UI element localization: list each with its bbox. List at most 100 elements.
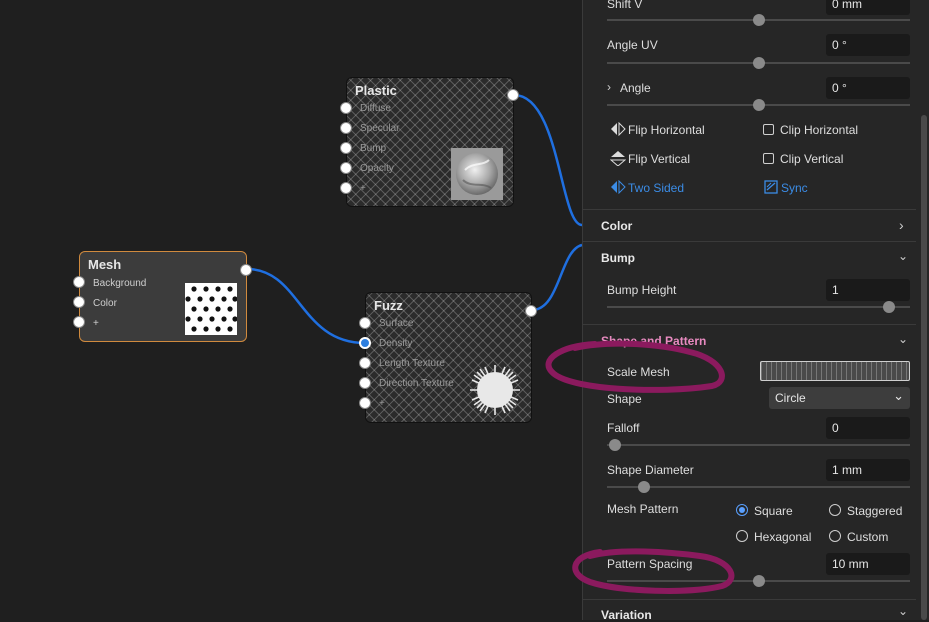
chevron-down-icon: ⌄ <box>893 388 904 403</box>
mesh-pattern-square-label: Square <box>754 504 793 518</box>
separator <box>583 324 916 325</box>
mesh-preview-thumbnail <box>185 283 237 335</box>
shape-diameter-input[interactable]: 1 mm <box>826 459 910 481</box>
shift-v-label: Shift V <box>607 0 643 11</box>
mesh-pattern-custom-radio[interactable] <box>829 530 841 542</box>
shift-v-slider-knob[interactable] <box>753 14 765 26</box>
pattern-spacing-input[interactable]: 10 mm <box>826 553 910 575</box>
bump-section-header[interactable]: Bump <box>601 251 635 265</box>
angle-uv-label: Angle UV <box>607 38 658 52</box>
shift-v-input[interactable]: 0 mm <box>826 0 910 15</box>
mesh-port-color[interactable] <box>73 296 85 308</box>
shape-diameter-label: Shape Diameter <box>607 463 694 477</box>
fuzz-port-length-texture[interactable] <box>359 357 371 369</box>
fuzz-port-add-label: + <box>379 398 385 409</box>
flip-vertical-button[interactable]: Flip Vertical <box>628 152 690 166</box>
shape-diameter-slider-knob[interactable] <box>638 481 650 493</box>
bump-height-slider-knob[interactable] <box>883 301 895 313</box>
mesh-node[interactable]: Mesh Background Color + <box>73 251 252 342</box>
mesh-output-port[interactable] <box>240 264 252 276</box>
shape-select[interactable]: Circle ⌄ <box>769 387 910 409</box>
shape-diameter-slider-track[interactable] <box>607 486 910 488</box>
plastic-port-diffuse[interactable] <box>340 102 352 114</box>
plastic-port-opacity[interactable] <box>340 162 352 174</box>
separator <box>583 599 916 600</box>
flip-horizontal-icon <box>611 122 626 136</box>
angle-label: Angle <box>620 81 651 95</box>
fuzz-node[interactable]: Fuzz Surface Density Length Texture Dire… <box>359 292 537 423</box>
pattern-spacing-label: Pattern Spacing <box>607 557 693 571</box>
clip-vertical-checkbox[interactable] <box>763 153 774 164</box>
plastic-port-specular[interactable] <box>340 122 352 134</box>
clip-vertical-label: Clip Vertical <box>780 152 844 166</box>
shape-select-value: Circle <box>775 391 806 405</box>
angle-input[interactable]: 0 ° <box>826 77 910 99</box>
mesh-port-color-label: Color <box>93 298 117 309</box>
flip-horizontal-button[interactable]: Flip Horizontal <box>628 123 705 137</box>
separator <box>583 209 916 210</box>
plastic-node[interactable]: Plastic Diffuse Specular Bump Opacity + <box>340 77 519 207</box>
plastic-port-opacity-label: Opacity <box>360 163 394 174</box>
sync-icon <box>764 180 778 194</box>
bump-height-input[interactable]: 1 <box>826 279 910 301</box>
fuzz-port-density[interactable] <box>359 337 371 349</box>
clip-horizontal-checkbox[interactable] <box>763 124 774 135</box>
fuzz-port-add[interactable] <box>359 397 371 409</box>
two-sided-button[interactable]: Two Sided <box>628 181 684 195</box>
shape-label: Shape <box>607 392 642 406</box>
mesh-node-title: Mesh <box>88 257 122 272</box>
flip-vertical-icon <box>610 151 626 166</box>
color-section-header[interactable]: Color <box>601 219 632 233</box>
chevron-right-icon[interactable]: › <box>899 217 904 233</box>
scale-mesh-control[interactable] <box>760 361 910 381</box>
fuzz-port-density-label: Density <box>379 338 413 349</box>
fuzz-node-title: Fuzz <box>374 298 403 313</box>
chevron-down-icon[interactable]: ⌄ <box>898 332 908 346</box>
angle-slider-knob[interactable] <box>753 99 765 111</box>
falloff-slider-knob[interactable] <box>609 439 621 451</box>
plastic-port-add-label: + <box>360 183 366 194</box>
mesh-port-add-label: + <box>93 318 99 329</box>
angle-uv-slider-knob[interactable] <box>753 57 765 69</box>
falloff-input[interactable]: 0 <box>826 417 910 439</box>
two-sided-icon <box>611 180 626 194</box>
mesh-pattern-staggered-radio[interactable] <box>829 504 841 516</box>
mesh-pattern-label: Mesh Pattern <box>607 502 679 516</box>
angle-expand-icon[interactable]: › <box>607 80 611 94</box>
falloff-label: Falloff <box>607 421 640 435</box>
plastic-node-title: Plastic <box>355 83 397 98</box>
falloff-slider-track[interactable] <box>607 444 910 446</box>
clip-horizontal-label: Clip Horizontal <box>780 123 859 137</box>
mesh-port-background-label: Background <box>93 278 147 289</box>
fuzz-port-surface-label: Surface <box>379 318 414 329</box>
shape-pattern-section-header[interactable]: Shape and Pattern <box>601 334 706 348</box>
panel-scrollbar[interactable] <box>921 115 927 620</box>
chevron-down-icon[interactable]: ⌄ <box>898 249 908 263</box>
plastic-output-port[interactable] <box>507 89 519 101</box>
mesh-pattern-hexagonal-radio[interactable] <box>736 530 748 542</box>
plastic-port-add[interactable] <box>340 182 352 194</box>
mesh-pattern-custom-label: Custom <box>847 530 889 544</box>
fuzz-port-direction-texture-label: Direction Texture <box>379 378 454 389</box>
mesh-port-background[interactable] <box>73 276 85 288</box>
fuzz-preview-thumbnail <box>470 365 520 415</box>
fuzz-output-port[interactable] <box>525 305 537 317</box>
pattern-spacing-slider-knob[interactable] <box>753 575 765 587</box>
bump-height-label: Bump Height <box>607 283 677 297</box>
plastic-port-specular-label: Specular <box>360 123 400 134</box>
mesh-pattern-hexagonal-label: Hexagonal <box>754 530 812 544</box>
properties-panel: Shift V 0 mm Angle UV 0 ° › Angle 0 ° Fl… <box>582 0 929 622</box>
fuzz-port-surface[interactable] <box>359 317 371 329</box>
bump-height-slider-track[interactable] <box>607 306 910 308</box>
fuzz-port-direction-texture[interactable] <box>359 377 371 389</box>
mesh-port-add[interactable] <box>73 316 85 328</box>
mesh-pattern-staggered-label: Staggered <box>847 504 903 518</box>
separator <box>583 241 916 242</box>
plastic-port-bump[interactable] <box>340 142 352 154</box>
angle-uv-input[interactable]: 0 ° <box>826 34 910 56</box>
sync-button[interactable]: Sync <box>781 181 808 195</box>
fuzz-port-length-texture-label: Length Texture <box>379 358 445 369</box>
mesh-pattern-square-radio[interactable] <box>736 504 748 516</box>
plastic-port-bump-label: Bump <box>360 143 387 154</box>
chevron-down-icon[interactable]: ⌄ <box>898 604 908 618</box>
